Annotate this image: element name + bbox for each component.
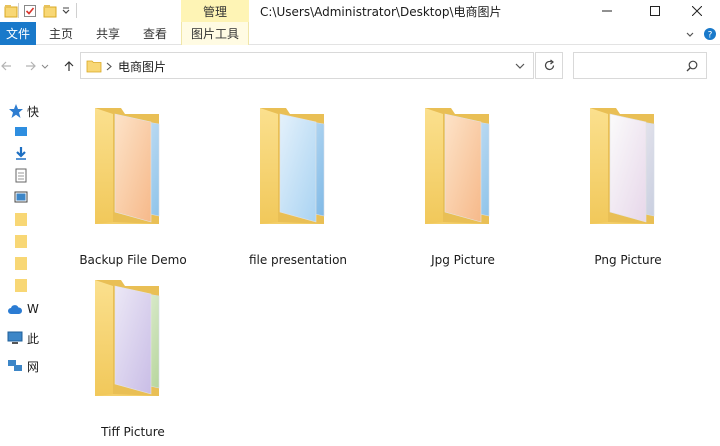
document-icon [15, 168, 27, 183]
ribbon-tabs: 文件 主页 共享 查看 图片工具 ? [0, 22, 720, 45]
nav-item-downloads[interactable] [0, 143, 40, 163]
nav-network-label: 网 [27, 360, 40, 374]
nav-item-desktop[interactable] [0, 121, 40, 141]
close-button[interactable] [674, 0, 720, 22]
maximize-button[interactable] [632, 0, 678, 22]
tab-file[interactable]: 文件 [0, 22, 36, 45]
tab-share[interactable]: 共享 [96, 22, 120, 45]
computer-icon [7, 331, 23, 344]
folder-item[interactable]: Png Picture [553, 104, 703, 274]
folder-name: Tiff Picture [101, 425, 165, 439]
cloud-icon [8, 305, 23, 314]
nav-quick-access-label: 快 [27, 105, 40, 119]
recent-locations-icon[interactable] [40, 56, 50, 76]
nav-onedrive[interactable]: W [0, 300, 40, 320]
window-title: C:\Users\Administrator\Desktop\电商图片 [260, 5, 502, 19]
folder-item[interactable]: file presentation [223, 104, 373, 274]
folder-item[interactable]: Backup File Demo [58, 104, 208, 274]
address-bar[interactable]: 电商图片 [80, 52, 534, 79]
help-icon[interactable]: ? [702, 22, 718, 45]
download-icon [16, 147, 26, 160]
forward-button[interactable] [21, 56, 41, 76]
network-icon [8, 360, 22, 371]
pictures-icon [14, 191, 28, 203]
folder-icon [15, 213, 27, 226]
folder-icon [95, 108, 160, 224]
nav-folder-1[interactable] [0, 209, 40, 229]
up-button[interactable] [59, 56, 79, 76]
nav-folder-3[interactable] [0, 253, 40, 273]
new-folder-icon[interactable] [43, 2, 57, 20]
back-button[interactable] [0, 56, 16, 76]
nav-network[interactable]: 网 [0, 356, 40, 376]
app-icon[interactable] [4, 2, 18, 20]
nav-this-pc[interactable]: 此 [0, 328, 40, 348]
folder-icon [15, 257, 27, 270]
nav-item-pictures[interactable] [0, 187, 40, 207]
address-dropdown-icon[interactable] [515, 63, 525, 70]
star-icon [9, 104, 23, 118]
search-input[interactable] [578, 56, 678, 75]
folder-name: Backup File Demo [79, 253, 187, 267]
desktop-icon [15, 127, 27, 136]
breadcrumb-current-folder[interactable]: 电商图片 [118, 58, 166, 75]
folder-icon [86, 60, 102, 73]
folder-name: Png Picture [594, 253, 662, 267]
folder-icon [260, 108, 325, 224]
breadcrumb-chevron-icon[interactable] [106, 62, 112, 71]
tab-home[interactable]: 主页 [49, 22, 73, 45]
tab-view[interactable]: 查看 [143, 22, 167, 45]
nav-onedrive-label: W [27, 302, 39, 316]
expand-ribbon-icon[interactable] [682, 22, 698, 45]
svg-text:?: ? [708, 30, 713, 40]
refresh-button[interactable] [535, 52, 563, 79]
nav-folder-4[interactable] [0, 275, 40, 295]
title-bar: 管理 C:\Users\Administrator\Desktop\电商图片 [0, 0, 720, 22]
nav-folder-2[interactable] [0, 231, 40, 251]
tab-manage[interactable]: 管理 [181, 0, 249, 22]
folder-name: Jpg Picture [431, 253, 495, 267]
folder-icon [590, 108, 655, 224]
file-list-view: Backup File Demo file presentation Jpg Pic… [40, 92, 720, 446]
folder-icon [95, 280, 160, 396]
qa-dropdown-icon[interactable] [61, 2, 71, 20]
search-icon[interactable] [686, 60, 698, 72]
folder-item[interactable]: Tiff Picture [58, 276, 208, 446]
nav-quick-access[interactable]: 快 [0, 101, 40, 121]
tab-picture-tools[interactable]: 图片工具 [181, 22, 249, 45]
folder-icon [15, 235, 27, 248]
navigation-pane: 快 W 此 网 [0, 92, 40, 446]
nav-item-documents[interactable] [0, 165, 40, 185]
properties-icon[interactable] [23, 2, 37, 20]
minimize-button[interactable] [584, 0, 630, 22]
folder-name: file presentation [248, 253, 348, 267]
nav-this-pc-label: 此 [27, 332, 40, 346]
search-box[interactable] [573, 52, 707, 79]
folder-icon [15, 279, 27, 292]
folder-icon [425, 108, 490, 224]
folder-item[interactable]: Jpg Picture [388, 104, 538, 274]
refresh-icon [544, 59, 554, 71]
